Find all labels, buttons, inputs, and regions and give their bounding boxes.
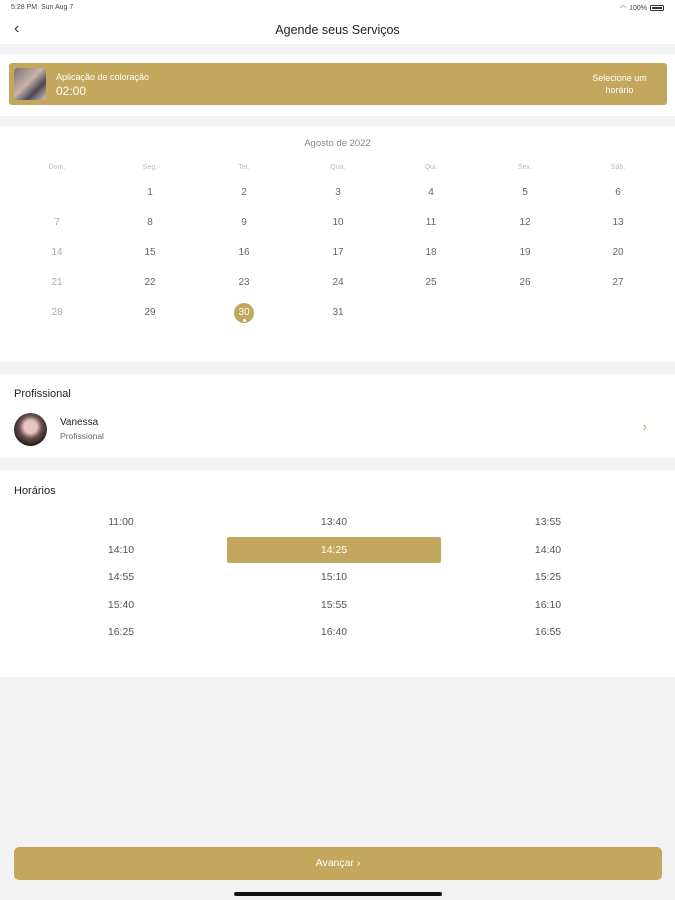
calendar-day[interactable]: 25 — [419, 271, 443, 295]
calendar-day[interactable]: 13 — [606, 211, 630, 235]
selected-day-dot — [242, 319, 246, 322]
time-slot[interactable]: 15:55 — [227, 592, 441, 618]
professional-name[interactable]: Vanessa — [60, 417, 98, 428]
weekday-label: Dom. — [48, 164, 66, 171]
time-slot[interactable]: 13:55 — [441, 509, 655, 535]
calendar-month: Agosto de 2022 — [304, 138, 371, 149]
calendar-day[interactable]: 5 — [513, 181, 537, 205]
time-slot[interactable]: 16:40 — [227, 619, 441, 645]
time-slot-selected[interactable]: 14:25 — [227, 536, 441, 563]
status-time: 5:28 PM Sun Aug 7 — [11, 4, 74, 11]
weekday-label: Qui. — [424, 164, 438, 171]
calendar-day[interactable]: 14 — [45, 241, 69, 265]
calendar-day[interactable]: 19 — [513, 241, 537, 265]
calendar-day[interactable]: 2 — [232, 181, 256, 205]
battery-percent: 100% — [629, 4, 647, 12]
calendar-day[interactable]: 26 — [513, 271, 537, 295]
status-right: ◠ 100% — [620, 4, 664, 12]
calendar-day[interactable]: 8 — [138, 211, 162, 235]
professional-role: Profissional — [60, 431, 104, 441]
time-slot[interactable]: 16:25 — [14, 619, 228, 645]
professional-title: Profissional — [14, 388, 71, 400]
calendar-day[interactable]: 15 — [138, 241, 162, 265]
status-bar: 5:28 PM Sun Aug 7 ◠ 100% — [0, 0, 675, 16]
calendar-day[interactable]: 28 — [45, 301, 69, 325]
service-duration: 02:00 — [56, 84, 87, 98]
time-slot[interactable]: 14:40 — [441, 537, 655, 563]
time-slot[interactable]: 14:55 — [14, 564, 228, 590]
calendar-day[interactable]: 12 — [513, 211, 537, 235]
calendar-day[interactable]: 10 — [326, 211, 350, 235]
horarios-title: Horários — [14, 485, 56, 497]
professional-section: Profissional Vanessa Profissional › — [0, 374, 675, 458]
advance-button[interactable]: Avançar › — [14, 847, 662, 880]
time-slot[interactable]: 13:40 — [227, 509, 441, 535]
calendar-day[interactable]: 24 — [326, 271, 350, 295]
time-slot[interactable]: 16:55 — [441, 619, 655, 645]
calendar-day[interactable]: 4 — [419, 181, 443, 205]
time-slot[interactable]: 15:40 — [14, 592, 228, 618]
calendar-day[interactable]: 18 — [419, 241, 443, 265]
service-card[interactable]: Aplicação de coloração 02:00 Selecione u… — [9, 63, 667, 105]
chevron-right-icon[interactable]: › — [643, 419, 647, 434]
calendar-day[interactable]: 27 — [606, 271, 630, 295]
calendar-day[interactable]: 22 — [138, 271, 162, 295]
time-slot[interactable]: 11:00 — [14, 509, 228, 535]
time-slots-section: Horários 11:00 13:40 13:55 14:10 14:25 14:40 1… — [0, 470, 675, 677]
weekday-label: Sex. — [517, 164, 532, 171]
calendar-day[interactable]: 9 — [232, 211, 256, 235]
calendar-day[interactable]: 7 — [45, 211, 69, 235]
select-time-prompt: Selecione um horário — [592, 73, 647, 95]
weekday-label: Qua. — [330, 164, 346, 171]
calendar-day[interactable]: 3 — [326, 181, 350, 205]
home-indicator — [234, 892, 442, 896]
wifi-icon: ◠ — [619, 5, 627, 12]
calendar-day[interactable]: 20 — [606, 241, 630, 265]
time-slot[interactable]: 14:10 — [14, 537, 228, 563]
calendar-day[interactable]: 21 — [45, 271, 69, 295]
calendar: Agosto de 2022 Dom. Seg. Ter. Qua. Qui. Sex. S… — [0, 126, 675, 362]
nav-bar: ‹ Agende seus Serviços — [0, 16, 675, 44]
calendar-day[interactable]: 1 — [138, 181, 162, 205]
weekday-label: Seg. — [142, 164, 158, 171]
page-title: Agende seus Serviços — [275, 23, 400, 37]
service-name: Aplicação de coloração — [56, 72, 150, 82]
battery-icon — [650, 5, 664, 11]
calendar-day[interactable]: 6 — [606, 181, 630, 205]
weekday-label: Sáb. — [610, 164, 626, 171]
time-slot[interactable]: 15:25 — [441, 564, 655, 590]
calendar-day[interactable]: 23 — [232, 271, 256, 295]
weekday-label: Ter. — [238, 164, 250, 171]
calendar-day[interactable]: 31 — [326, 301, 350, 325]
calendar-day[interactable]: 29 — [138, 301, 162, 325]
time-slot[interactable]: 16:10 — [441, 592, 655, 618]
calendar-day[interactable]: 17 — [326, 241, 350, 265]
service-section: Aplicação de coloração 02:00 Selecione u… — [0, 54, 675, 116]
time-slot[interactable]: 15:10 — [227, 564, 441, 590]
service-thumbnail — [14, 68, 46, 100]
calendar-day[interactable]: 11 — [419, 211, 443, 235]
calendar-day[interactable]: 16 — [232, 241, 256, 265]
avatar — [14, 413, 47, 446]
